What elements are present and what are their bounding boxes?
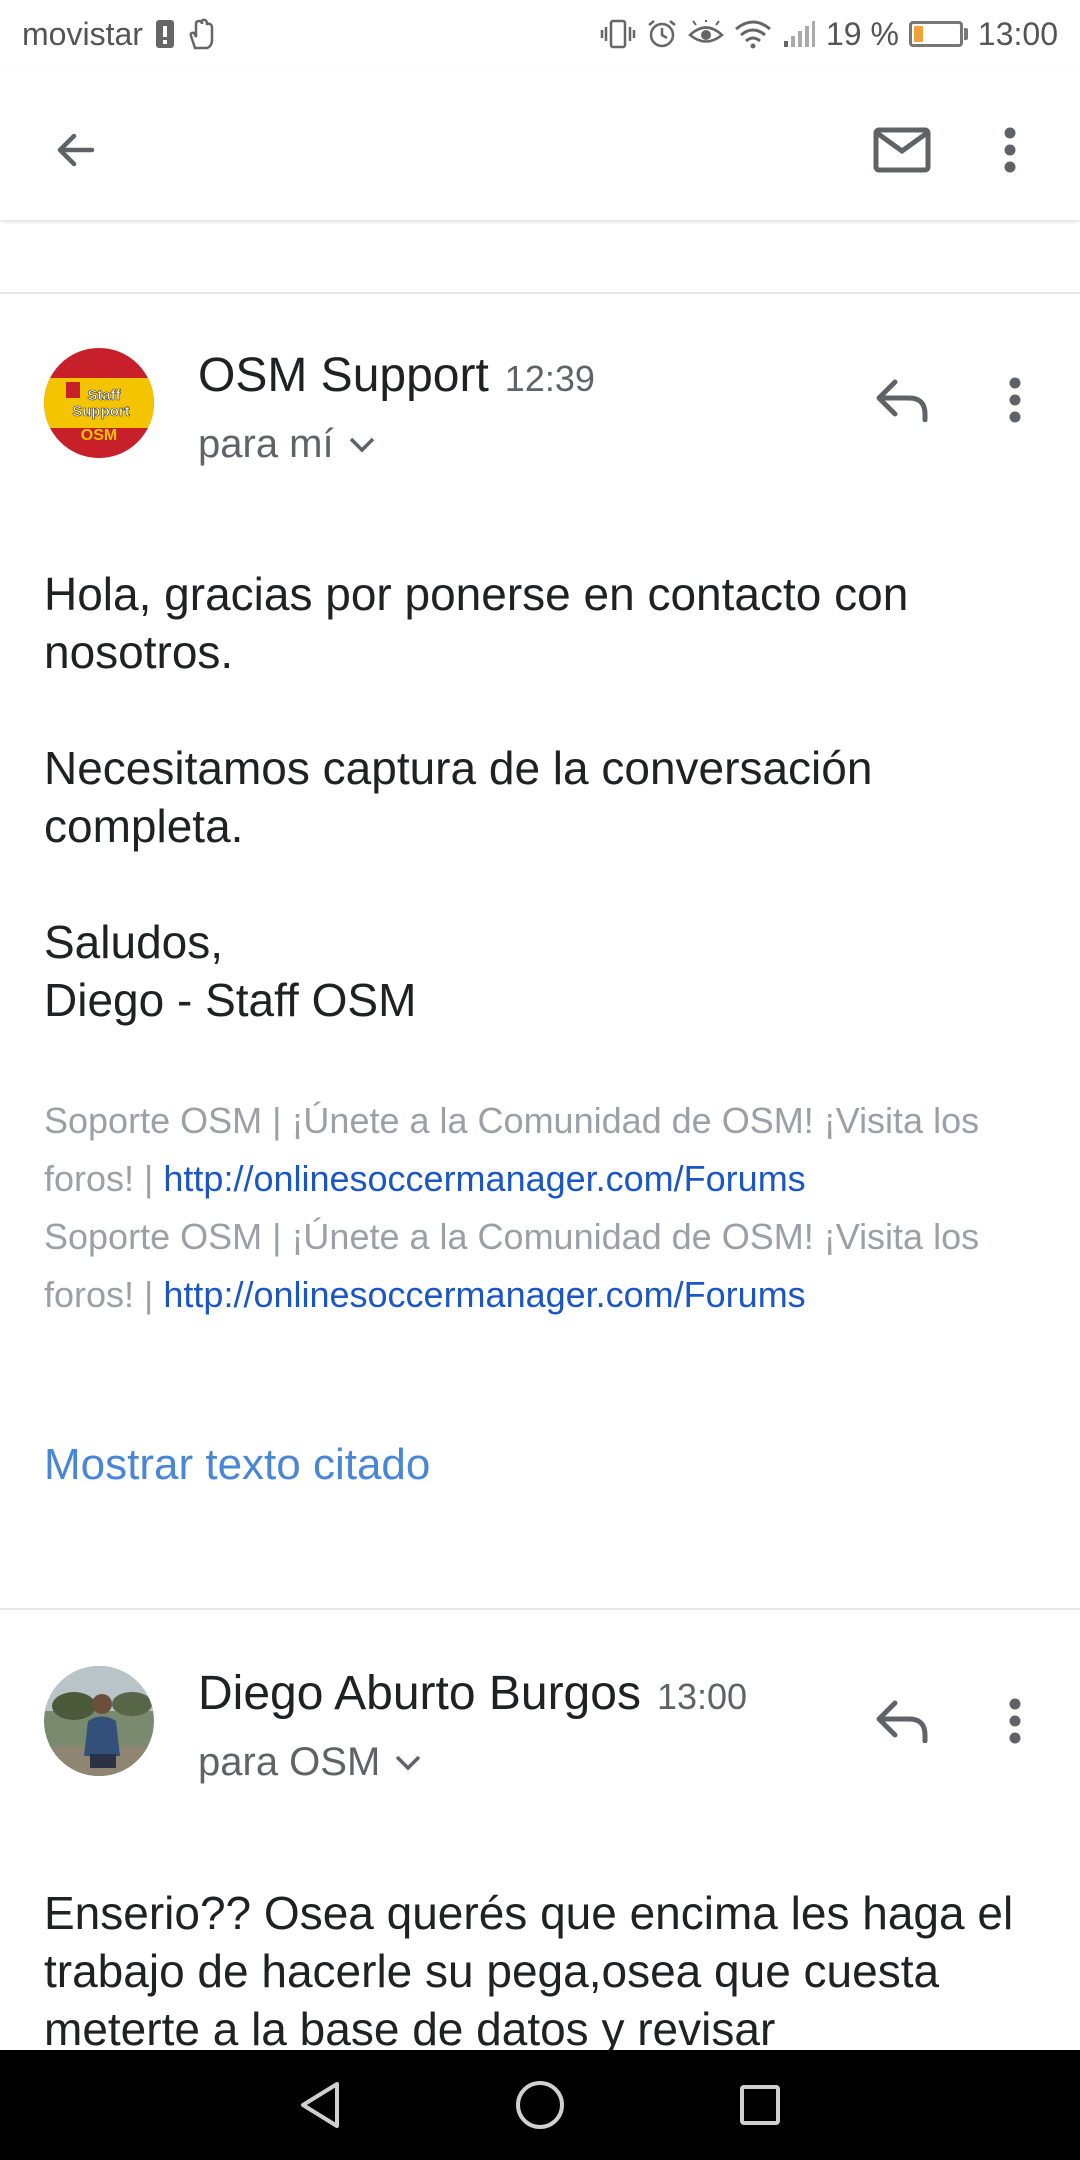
recipient-label: para mí [198, 422, 334, 466]
more-vert-icon[interactable] [980, 110, 1040, 190]
toolbar [0, 68, 1080, 220]
reply-icon[interactable] [868, 365, 938, 435]
message-header[interactable]: Staff Support OSM OSM Support 12:39 para… [0, 330, 1080, 500]
message-header[interactable]: Diego Aburto Burgos 13:00 para OSM [0, 1650, 1080, 1820]
status-bar: movistar 19 % 13:00 [0, 0, 1080, 68]
nav-recents-icon[interactable] [725, 2070, 795, 2140]
svg-text:OSM: OSM [81, 427, 117, 444]
message-time: 12:39 [504, 358, 595, 399]
signal-icon [782, 19, 816, 49]
chevron-down-icon [349, 437, 374, 452]
nav-home-icon[interactable] [505, 2070, 575, 2140]
body-paragraph: Hola, gracias por ponerse en contacto co… [44, 568, 909, 678]
message-more-icon[interactable] [990, 365, 1040, 435]
body-paragraph: Necesitamos captura de la conversación c… [44, 742, 873, 852]
divider [0, 1608, 1080, 1610]
avatar-logo-text: Staff [87, 387, 121, 404]
wifi-icon [734, 19, 772, 49]
vibrate-icon [600, 19, 636, 49]
message-body: Hola, gracias por ponerse en contacto co… [44, 565, 1034, 1029]
system-nav-bar [0, 2050, 1080, 2160]
sender-name: OSM Support 12:39 [198, 348, 595, 403]
body-paragraph: Enserio?? Osea querés que encima les hag… [44, 1887, 1014, 2050]
body-paragraph: Diego - Staff OSM [44, 974, 417, 1026]
nav-back-icon[interactable] [285, 2070, 355, 2140]
recipient-toggle[interactable]: para OSM [198, 1740, 422, 1785]
chevron-down-icon [396, 1755, 421, 1770]
mail-icon[interactable] [862, 110, 942, 190]
alarm-icon [646, 18, 678, 50]
back-arrow-icon[interactable] [36, 110, 116, 190]
forums-link[interactable]: http://onlinesoccermanager.com/Forums [163, 1158, 805, 1199]
sender-name-text: OSM Support [198, 349, 489, 402]
avatar [44, 1666, 154, 1776]
battery-icon [908, 21, 968, 47]
clock: 13:00 [977, 15, 1058, 52]
sim-alert-icon [155, 19, 175, 49]
collapsed-message-row[interactable] [0, 220, 1080, 294]
show-quoted-text-link[interactable]: Mostrar texto citado [44, 1440, 430, 1490]
recipient-toggle[interactable]: para mí [198, 422, 376, 467]
sender-name: Diego Aburto Burgos 13:00 [198, 1666, 747, 1721]
carrier-label: movistar [22, 15, 143, 52]
signature: Soporte OSM | ¡Únete a la Comunidad de O… [44, 1092, 1034, 1324]
forums-link[interactable]: http://onlinesoccermanager.com/Forums [163, 1274, 805, 1315]
recipient-label: para OSM [198, 1740, 381, 1784]
battery-percent: 19 % [825, 15, 899, 52]
message-more-icon[interactable] [990, 1686, 1040, 1756]
sender-name-text: Diego Aburto Burgos [198, 1667, 641, 1720]
eye-icon [688, 20, 724, 48]
reply-icon[interactable] [868, 1686, 938, 1756]
svg-text:Support: Support [72, 403, 130, 420]
body-paragraph: Saludos, [44, 916, 224, 968]
hand-icon [187, 18, 217, 50]
avatar: Staff Support OSM [44, 348, 154, 458]
message-body: Enserio?? Osea querés que encima les hag… [44, 1884, 1034, 2050]
message-time: 13:00 [656, 1676, 748, 1717]
